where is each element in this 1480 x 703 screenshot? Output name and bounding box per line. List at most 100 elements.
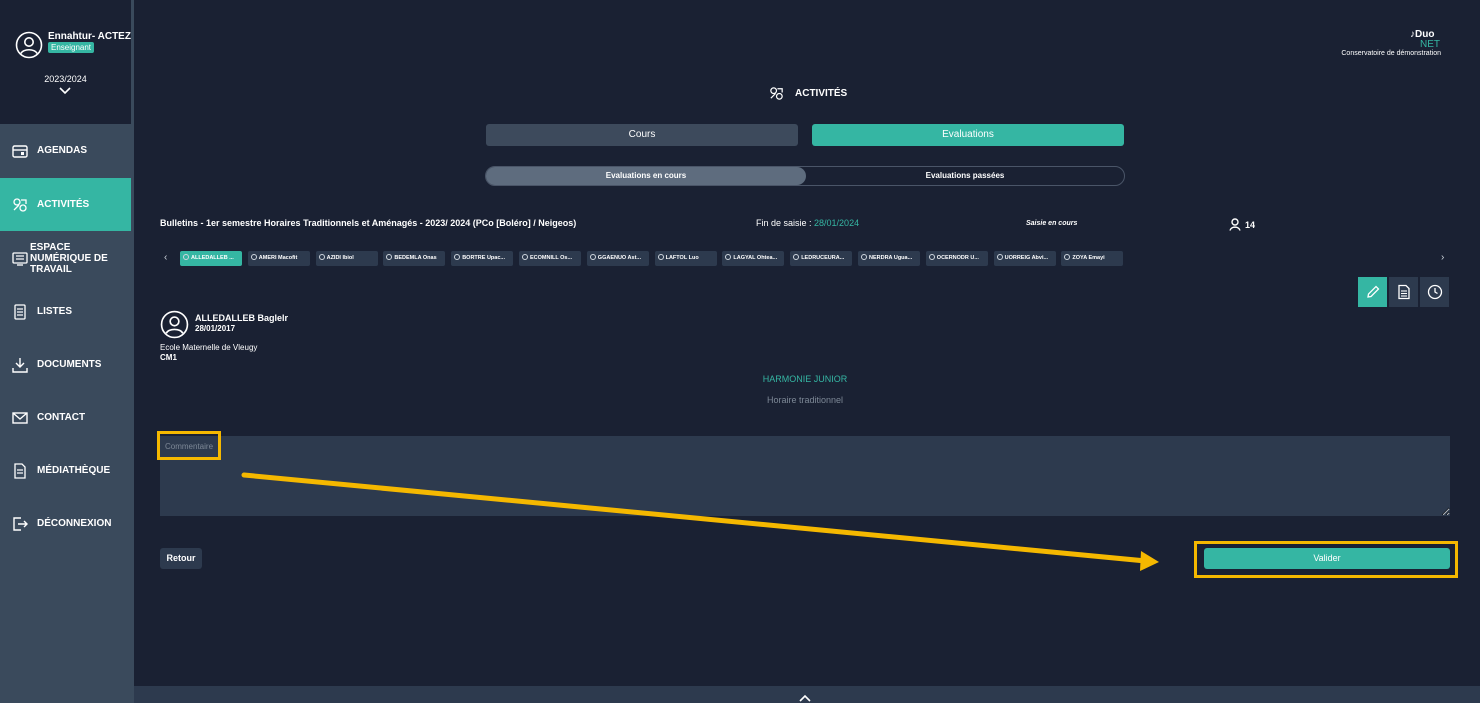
course-name: HARMONIE JUNIOR: [762, 374, 848, 384]
student-chip-label: LAGYAL Ohtea...: [733, 255, 778, 261]
user-avatar-icon[interactable]: [15, 31, 43, 59]
student-chip[interactable]: BORTRE Upac...: [451, 251, 514, 266]
student-chip[interactable]: ECOMNILL Os...: [519, 251, 581, 266]
chevron-left-icon[interactable]: ‹: [164, 251, 167, 265]
sidebar-item-label: ACTIVITÉS: [37, 199, 90, 210]
sidebar-item-label: DÉCONNEXION: [37, 518, 112, 529]
brand-subtitle: Conservatoire de démonstration: [1341, 50, 1441, 57]
user-role-badge: Enseignant: [48, 42, 95, 53]
chevron-up-icon[interactable]: [798, 693, 812, 703]
tab-cours[interactable]: Cours: [486, 124, 798, 146]
student-chip[interactable]: AZIDI Ibiol: [315, 251, 378, 266]
sidebar-item-label: MÉDIATHÈQUE: [37, 465, 111, 476]
student-count: 14: [1229, 218, 1255, 231]
sidebar-item-deconnexion[interactable]: DÉCONNEXION: [0, 497, 131, 550]
chevron-right-icon[interactable]: ›: [1441, 251, 1444, 265]
student-count-value: 14: [1245, 219, 1256, 230]
bulletin-title: Bulletins - 1er semestre Horaires Tradit…: [160, 218, 577, 228]
media-icon: [14, 462, 26, 479]
comment-input[interactable]: [160, 436, 1450, 516]
retour-button[interactable]: Retour: [160, 548, 202, 569]
download-icon: [12, 357, 28, 373]
student-chip[interactable]: AMERI Macofit: [247, 251, 310, 266]
evaluation-subtabs: Evaluations en cours Evaluations passées: [485, 166, 1125, 186]
person-icon: [725, 254, 732, 260]
pencil-icon: [1366, 285, 1379, 298]
workspace-icon: [12, 251, 28, 266]
student-chip[interactable]: UORREIG Abvi...: [993, 251, 1056, 266]
sidebar: Ennahtur- ACTEZ Enseignant 2023/2024 AGE…: [0, 0, 134, 703]
person-icon: [522, 254, 528, 260]
student-name: ALLEDALLEB Baglelr: [195, 313, 289, 323]
brand-logo: ♪Duo NET: [1410, 30, 1440, 50]
mail-icon: [12, 411, 28, 424]
student-chip[interactable]: BEDEMLA Onas: [383, 251, 446, 266]
student-avatar-icon: [160, 310, 189, 339]
edit-button[interactable]: [1358, 277, 1387, 307]
tab-evaluations[interactable]: Evaluations: [812, 124, 1124, 146]
person-icon: [318, 254, 325, 260]
sidebar-item-listes[interactable]: LISTES: [0, 285, 131, 338]
person-icon: [454, 254, 461, 260]
valider-button[interactable]: Valider: [1204, 548, 1450, 569]
student-chip-label: BEDEMLA Onas: [394, 255, 437, 261]
subtab-evaluations-passees[interactable]: Evaluations passées: [806, 167, 1124, 185]
student-chip-label: BORTRE Upac...: [462, 255, 505, 261]
person-icon: [861, 254, 867, 260]
student-dob: 28/01/2017: [195, 324, 236, 333]
student-chip[interactable]: ALLEDALLEB ...: [180, 251, 242, 266]
sidebar-item-activites[interactable]: ACTIVITÉS: [0, 178, 131, 231]
person-icon: [250, 254, 257, 260]
student-chip-label: AZIDI Ibiol: [326, 255, 354, 261]
student-chip-label: LEDRUCEURA...: [801, 255, 845, 261]
person-icon: [996, 254, 1003, 260]
sidebar-item-label: ESPACE NUMÉRIQUE DE TRAVAIL: [30, 242, 108, 275]
page-title-text: ACTIVITÉS: [795, 88, 848, 99]
subtab-evaluations-en-cours[interactable]: Evaluations en cours: [486, 167, 806, 185]
student-chip-label: ECOMNILL Os...: [530, 255, 573, 261]
student-chip[interactable]: LAGYAL Ohtea...: [722, 251, 785, 266]
sidebar-item-label: LISTES: [37, 306, 73, 317]
student-chip-label: UORREIG Abvi...: [1004, 255, 1049, 261]
list-icon: [14, 303, 26, 320]
student-school: Ecole Maternelle de Vleugy: [160, 343, 258, 352]
clock-icon: [1427, 284, 1442, 300]
student-chip[interactable]: ZOYA Emayi: [1061, 251, 1124, 266]
sidebar-item-agendas[interactable]: AGENDAS: [0, 124, 131, 177]
saisie-status: Saisie en cours: [1026, 220, 1078, 227]
student-chip[interactable]: NERDRA Ugua...: [858, 251, 920, 266]
student-class: CM1: [160, 353, 177, 362]
person-icon: [589, 254, 596, 260]
comment-highlight-box: [157, 431, 221, 460]
person-icon: [657, 254, 664, 260]
student-chip-label: GGAENUO Ast...: [597, 255, 641, 261]
person-icon: [1229, 218, 1241, 231]
fin-de-saisie-date: 28/01/2024: [814, 218, 860, 228]
document-button[interactable]: [1389, 277, 1418, 307]
student-chip[interactable]: LEDRUCEURA...: [790, 251, 853, 266]
history-button[interactable]: [1420, 277, 1449, 307]
student-chip-label: AMERI Macofit: [258, 255, 298, 261]
student-chip[interactable]: OCERNODR U...: [925, 251, 988, 266]
document-icon: [1397, 284, 1410, 300]
school-year[interactable]: 2023/2024: [0, 74, 131, 84]
sidebar-item-label: CONTACT: [37, 412, 86, 423]
calendar-icon: [12, 144, 28, 158]
brand-logo-bottom: NET: [1420, 39, 1440, 50]
sidebar-item-label: DOCUMENTS: [37, 359, 102, 370]
page-title: ACTIVITÉS: [768, 85, 847, 102]
user-name: Ennahtur- ACTEZ: [48, 31, 131, 42]
sidebar-item-mediatheque[interactable]: MÉDIATHÈQUE: [0, 444, 131, 497]
user-block: Ennahtur- ACTEZ Enseignant 2023/2024: [0, 0, 131, 124]
student-chip-label: NERDRA Ugua...: [869, 255, 913, 261]
fin-de-saisie: Fin de saisie : 28/01/2024: [756, 218, 859, 228]
student-chip-label: ZOYA Emayi: [1072, 255, 1105, 261]
fin-de-saisie-label: Fin de saisie :: [756, 218, 815, 228]
chevron-down-icon[interactable]: [58, 86, 72, 96]
person-icon: [386, 254, 393, 260]
sidebar-item-ent[interactable]: ESPACE NUMÉRIQUE DE TRAVAIL: [0, 232, 131, 285]
logout-icon: [13, 516, 28, 531]
student-chip[interactable]: GGAENUO Ast...: [586, 251, 649, 266]
student-chip-label: OCERNODR U...: [936, 255, 979, 261]
student-chip[interactable]: LAFTOL Luo: [654, 251, 717, 266]
